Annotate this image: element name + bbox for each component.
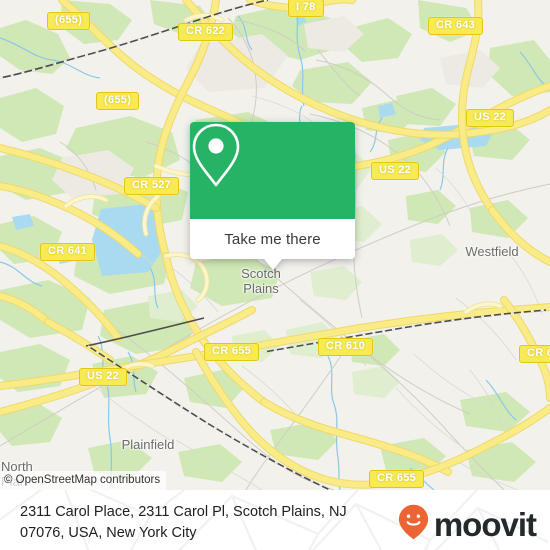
road-shield[interactable]: US 22	[371, 162, 420, 180]
popup-header	[190, 122, 355, 219]
moovit-pin-icon	[398, 504, 429, 545]
popup-tail	[263, 259, 282, 270]
road-shield[interactable]: US 22	[466, 109, 515, 127]
road-shield[interactable]: CR 61	[519, 345, 550, 363]
moovit-wordmark: moovit	[433, 506, 537, 543]
road-shield[interactable]: CR 622	[178, 23, 234, 41]
road-shield[interactable]: I 78	[288, 0, 324, 17]
road-shield[interactable]: CR 610	[318, 338, 374, 356]
road-shield[interactable]: (655)	[47, 12, 91, 30]
attribution-text: © OpenStreetMap contributors	[4, 474, 161, 486]
location-popup-card[interactable]: Take me there	[190, 122, 355, 270]
map-attribution[interactable]: © OpenStreetMap contributors	[0, 471, 167, 490]
road-shield[interactable]: (655)	[96, 92, 140, 110]
moovit-logo[interactable]: moovit	[398, 504, 537, 545]
address-text: 2311 Carol Place, 2311 Carol Pl, Scotch …	[20, 504, 347, 541]
road-shield[interactable]: US 22	[79, 368, 128, 386]
road-shield[interactable]: CR 643	[428, 17, 484, 35]
take-me-there-button-label[interactable]: Take me there	[224, 231, 320, 248]
map-canvas[interactable]: .park{fill:#cfe8b5;} .parkd{fill:#dfeece…	[0, 0, 550, 490]
road-shield[interactable]: CR 641	[40, 243, 96, 261]
road-shield[interactable]: CR 527	[124, 177, 180, 195]
footer-bar: 2311 Carol Place, 2311 Carol Pl, Scotch …	[0, 490, 550, 550]
moovit-map-screenshot: .park{fill:#cfe8b5;} .parkd{fill:#dfeece…	[0, 0, 550, 550]
road-shield[interactable]: CR 655	[204, 343, 260, 361]
road-shield[interactable]: CR 655	[369, 470, 425, 488]
popup-footer[interactable]: Take me there	[190, 219, 355, 270]
